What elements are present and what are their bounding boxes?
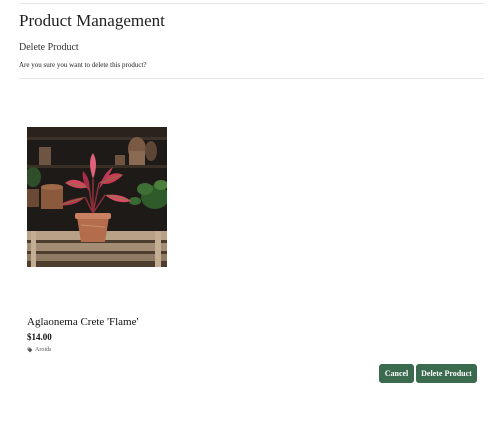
product-category: Aroids	[27, 347, 51, 353]
delete-product-button[interactable]: Delete Product	[416, 364, 477, 383]
tag-icon	[27, 347, 33, 353]
product-name: Aglaonema Crete 'Flame'	[27, 316, 139, 328]
cancel-button[interactable]: Cancel	[379, 364, 414, 383]
delete-confirmation-message: Are you sure you want to delete this pro…	[19, 61, 147, 69]
product-price: $14.00	[27, 332, 52, 342]
product-image	[27, 127, 167, 267]
page-title: Product Management	[19, 11, 165, 30]
product-category-label: Aroids	[35, 347, 52, 353]
delete-product-link[interactable]: Delete Product	[19, 42, 79, 53]
top-divider	[19, 3, 484, 4]
section-divider	[19, 78, 484, 79]
